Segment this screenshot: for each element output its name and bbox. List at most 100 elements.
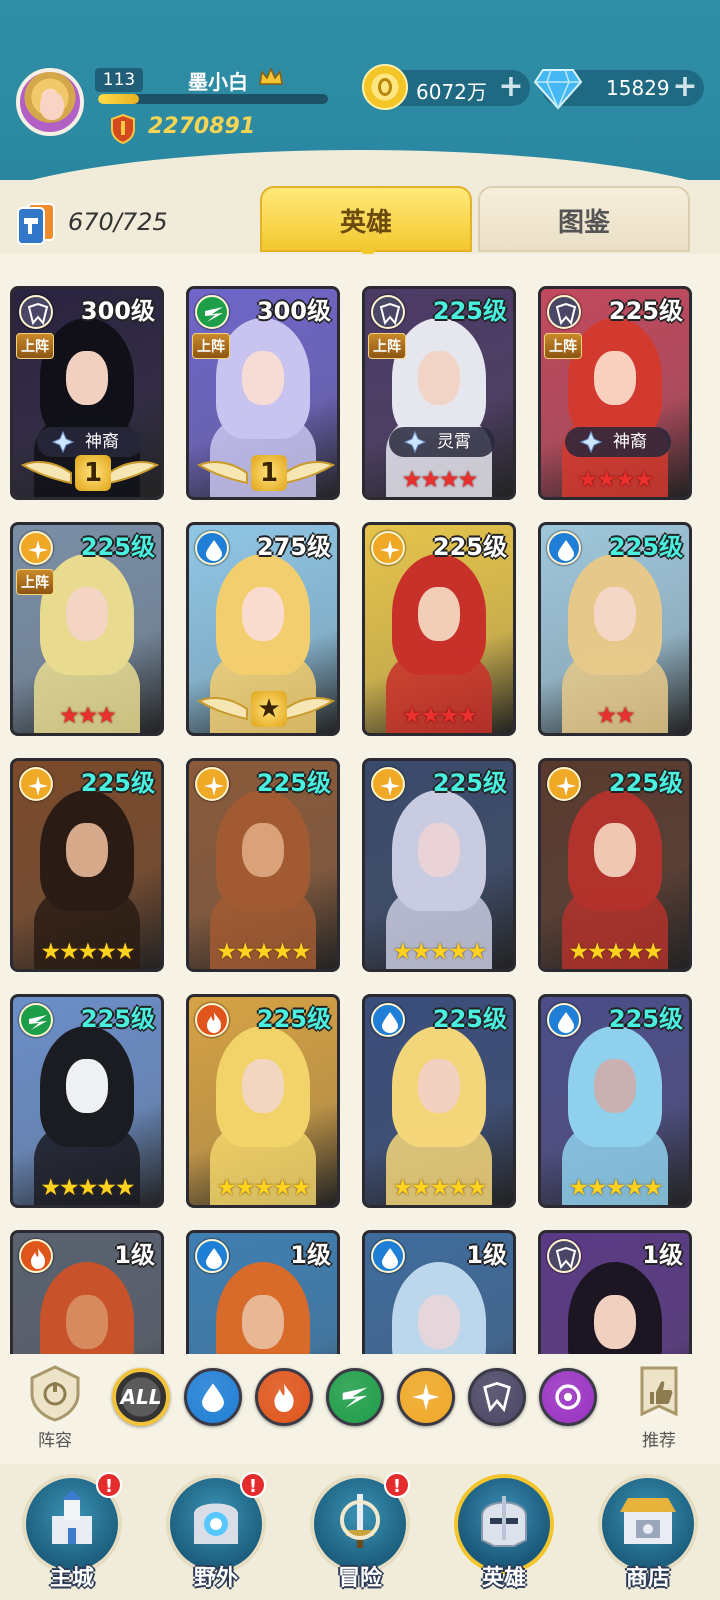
star-rating: ★★ (596, 703, 635, 729)
hero-card[interactable]: 225级 上阵 灵霄 ★★★★ (362, 286, 516, 500)
hero-title-tag: 灵霄 (389, 427, 495, 457)
shop-icon (620, 1498, 676, 1544)
nav-label: 商店 (625, 1566, 670, 1591)
nav-castle[interactable]: 主城! (12, 1464, 132, 1600)
hero-card[interactable]: 225级 ★★ (538, 522, 692, 736)
hero-card[interactable]: 225级 ★★★★★ (186, 758, 340, 972)
nav-helmet[interactable]: 英雄 (444, 1464, 564, 1600)
hero-card[interactable]: 1级 (186, 1230, 340, 1354)
player-avatar[interactable] (16, 68, 84, 136)
hero-card[interactable]: 225级 ★★★★ (362, 522, 516, 736)
angel-icon (579, 430, 603, 454)
hero-title-text: 灵霄 (437, 432, 471, 452)
hero-card[interactable]: 225级 上阵 ★★★ (10, 522, 164, 736)
lineup-button[interactable]: 阵容 (20, 1364, 90, 1454)
hero-level: 225级 (80, 533, 155, 561)
star-rating: ★★★★★ (568, 939, 663, 965)
faction-water-icon (195, 531, 229, 565)
nav-shop[interactable]: 商店 (588, 1464, 708, 1600)
rank-wing-badge: 1 (21, 451, 159, 495)
light-faction-icon (412, 1383, 440, 1411)
hero-card[interactable]: 225级 ★★★★★ (10, 994, 164, 1208)
tab-heroes[interactable]: 英雄 (260, 186, 472, 260)
hero-card[interactable]: 300级 上阵 1 (186, 286, 340, 500)
gold-coin-icon (362, 64, 408, 110)
tab-codex[interactable]: 图鉴 (478, 186, 690, 252)
hero-level: 225级 (432, 533, 507, 561)
star-rating: ★★★★★ (568, 1175, 663, 1201)
faction-dark-icon (371, 295, 405, 329)
faction-dark-icon (19, 295, 53, 329)
star-rating: ★★★★★ (216, 1175, 311, 1201)
deployed-badge: 上阵 (368, 333, 406, 359)
filter-chaos-button[interactable] (539, 1368, 597, 1426)
nav-portal[interactable]: 野外! (156, 1464, 276, 1600)
filter-wind-button[interactable] (326, 1368, 384, 1426)
hero-card[interactable]: 225级 上阵 神裔 ★★★★ (538, 286, 692, 500)
add-gold-button[interactable]: + (496, 72, 526, 103)
nav-label: 英雄 (481, 1566, 526, 1591)
add-diamond-button[interactable]: + (670, 72, 700, 103)
faction-water-icon (547, 1003, 581, 1037)
filter-all-button[interactable]: ALL (112, 1368, 170, 1426)
deployed-badge: 上阵 (16, 333, 54, 359)
cloud-icon (403, 430, 427, 454)
hero-level: 225级 (80, 769, 155, 797)
castle-icon (52, 1490, 92, 1544)
hero-level: 225级 (608, 533, 683, 561)
faction-light-icon (195, 767, 229, 801)
hero-card[interactable]: 225级 ★★★★★ (538, 758, 692, 972)
filter-light-button[interactable] (397, 1368, 455, 1426)
rank-wing-badge: ★ (197, 687, 335, 731)
filter-water-button[interactable] (184, 1368, 242, 1426)
hero-card[interactable]: 225级 ★★★★★ (10, 758, 164, 972)
hero-level: 300级 (256, 297, 331, 325)
filter-dark-button[interactable] (468, 1368, 526, 1426)
hero-card[interactable]: 275级 ★ (186, 522, 340, 736)
alert-badge: ! (384, 1472, 410, 1498)
rank-number: 1 (251, 455, 287, 491)
water-faction-icon (202, 1383, 224, 1412)
fire-faction-icon (274, 1383, 294, 1412)
alert-badge: ! (240, 1472, 266, 1498)
faction-water-icon (371, 1239, 405, 1273)
portal-icon (194, 1503, 238, 1544)
hero-level: 1级 (642, 1241, 683, 1269)
hero-card[interactable]: 1级 (10, 1230, 164, 1354)
hero-card[interactable]: 300级 上阵 神裔 1 (10, 286, 164, 500)
xp-fill (98, 94, 140, 104)
deployed-badge: 上阵 (16, 569, 54, 595)
faction-water-icon (371, 1003, 405, 1037)
lineup-label: 阵容 (38, 1431, 72, 1451)
hero-cards-icon (17, 203, 55, 245)
faction-filter-bar: 阵容 ALL 推荐 (0, 1354, 720, 1464)
recommend-button[interactable]: 推荐 (624, 1364, 694, 1454)
thumbs-up-icon (640, 1366, 678, 1417)
wind-faction-icon (342, 1387, 368, 1408)
sword-icon (340, 1494, 380, 1548)
hero-card[interactable]: 225级 ★★★★★ (186, 994, 340, 1208)
nav-sword[interactable]: 冒险! (300, 1464, 420, 1600)
diamond-icon (533, 69, 583, 110)
faction-dark-icon (547, 295, 581, 329)
hero-card[interactable]: 225级 ★★★★★ (538, 994, 692, 1208)
hero-card[interactable]: 1级 (538, 1230, 692, 1354)
xp-bar (98, 94, 328, 104)
faction-light-icon (371, 767, 405, 801)
deployed-badge: 上阵 (192, 333, 230, 359)
hero-level: 275级 (256, 533, 331, 561)
rank-number: 1 (75, 455, 111, 491)
star-rating: ★★★★★ (216, 939, 311, 965)
nav-label: 冒险 (337, 1566, 382, 1591)
deployed-badge: 上阵 (544, 333, 582, 359)
player-level: 113 (95, 68, 143, 92)
filter-fire-button[interactable] (255, 1368, 313, 1426)
hero-collection-count: 670/725 (68, 208, 168, 236)
hero-card[interactable]: 1级 (362, 1230, 516, 1354)
recommend-label: 推荐 (642, 1431, 676, 1451)
hero-card[interactable]: 225级 ★★★★★ (362, 758, 516, 972)
hero-card[interactable]: 225级 ★★★★★ (362, 994, 516, 1208)
hero-level: 225级 (608, 1005, 683, 1033)
gold-value: 6072万 (416, 80, 487, 104)
hero-level: 1级 (466, 1241, 507, 1269)
